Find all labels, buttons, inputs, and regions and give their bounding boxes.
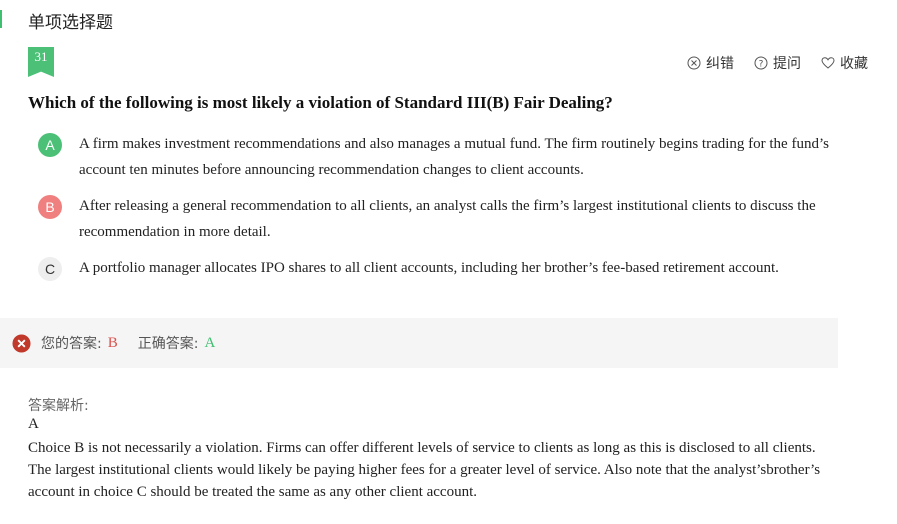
correct-answer-label: 正确答案: — [137, 336, 199, 352]
option-text: A firm makes investment recommendations … — [79, 136, 829, 178]
report-error-label: 纠错 — [706, 56, 734, 72]
answer-result-bar: 您的答案: B 正确答案: A — [0, 318, 838, 368]
option-text: A portfolio manager allocates IPO shares… — [79, 260, 779, 276]
option-letter-badge: C — [38, 257, 62, 281]
ask-question-label: 提问 — [773, 56, 801, 72]
question-text: Which of the following is most likely a … — [28, 93, 613, 112]
explanation-label: 答案解析: — [28, 398, 89, 414]
favorite-button[interactable]: 收藏 — [821, 53, 868, 73]
question-number-badge: 31 — [28, 47, 54, 77]
option-c[interactable]: C A portfolio manager allocates IPO shar… — [38, 257, 849, 281]
svg-text:?: ? — [759, 60, 764, 70]
option-b[interactable]: B After releasing a general recommendati… — [38, 195, 849, 245]
question-actions: 纠错 ? 提问 收藏 — [687, 53, 868, 73]
option-letter-badge: B — [38, 195, 62, 219]
section-accent-bar — [0, 10, 2, 28]
close-circle-icon — [687, 56, 701, 70]
explanation-text: Choice B is not necessarily a violation.… — [28, 440, 821, 500]
option-a[interactable]: A A firm makes investment recommendation… — [38, 133, 849, 183]
heart-icon — [821, 57, 835, 69]
correct-answer-value: A — [204, 334, 216, 351]
report-error-button[interactable]: 纠错 — [687, 53, 734, 73]
option-text: After releasing a general recommendation… — [79, 198, 816, 240]
your-answer-value: B — [107, 334, 118, 351]
ask-question-button[interactable]: ? 提问 — [754, 53, 801, 73]
question-bubble-icon: ? — [754, 56, 768, 70]
wrong-answer-icon — [12, 333, 31, 353]
your-answer-label: 您的答案: — [41, 336, 102, 352]
explanation-answer: A — [28, 416, 39, 432]
option-letter-badge: A — [38, 133, 62, 157]
favorite-label: 收藏 — [840, 56, 868, 72]
section-title: 单项选择题 — [28, 13, 113, 33]
